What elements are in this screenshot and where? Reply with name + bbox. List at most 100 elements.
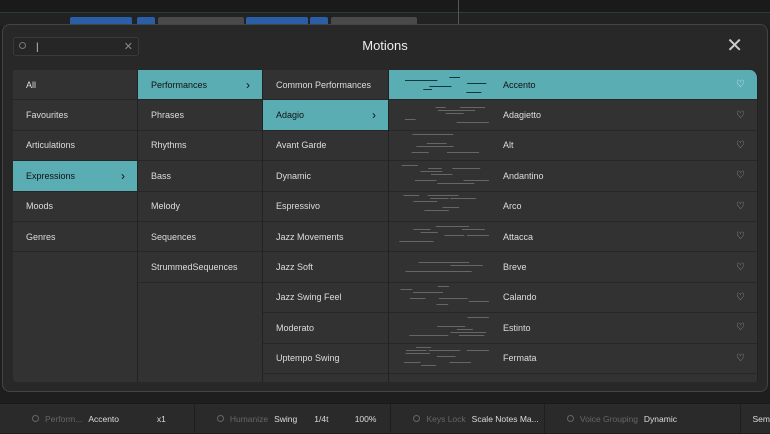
favourite-heart-icon[interactable]: ♡ [736,353,745,364]
favourite-heart-icon[interactable]: ♡ [736,292,745,303]
item-label: Adagio [276,110,305,121]
pattern-note [465,334,485,336]
motion-item[interactable]: Alt ♡ [389,131,757,162]
pattern-note [459,334,468,336]
motion-item[interactable]: Fermata ♡ [389,344,757,374]
chevron-right-icon: › [121,168,125,183]
pattern-note [468,228,485,230]
favourite-heart-icon[interactable]: ♡ [736,110,745,121]
next-control[interactable]: Sem [741,404,770,434]
motion-item[interactable]: Calando ♡ [389,283,757,314]
pattern-note [404,79,438,81]
pattern-thumbnail [403,347,489,367]
pattern-note [400,289,413,291]
toggle-icon[interactable] [413,415,421,422]
favourite-heart-icon[interactable]: ♡ [736,201,745,212]
motion-item[interactable]: Adagietto ♡ [389,100,757,131]
list-item[interactable]: Expressions › [13,161,137,192]
pattern-note [442,207,460,209]
pattern-thumbnail [411,134,480,154]
list-item[interactable]: Sequences [138,222,262,253]
list-item[interactable]: Bass [138,161,262,192]
pattern-thumbnail [399,225,489,242]
pattern-note [421,134,454,136]
toggle-icon[interactable] [216,415,224,422]
item-label: Genres [26,231,56,242]
list-item[interactable]: Phrases [138,100,262,131]
favourite-heart-icon[interactable]: ♡ [736,79,745,90]
label: Voice Grouping [579,413,639,424]
motion-item[interactable]: Accento ♡ [389,70,757,101]
favourite-heart-icon[interactable]: ♡ [736,170,745,181]
pattern-note [460,122,489,124]
pattern-note [437,325,466,327]
bottom-bar: Perform... Accento x1 Humanize Swing 1/4… [0,403,770,434]
list-item[interactable]: Rhythms [138,131,262,162]
pattern-thumbnail [403,195,477,212]
list-item[interactable]: Performances › [138,70,262,101]
item-label: Melody [151,201,181,212]
item-label: Arco [503,201,522,212]
list-item[interactable]: StrummedSequences [138,252,262,283]
pattern-note [437,286,450,288]
list-item[interactable]: Melody [138,192,262,222]
list-item[interactable]: Moderato [263,313,388,344]
list-item[interactable]: Jazz Movements [263,222,388,253]
list-item[interactable]: Articulations [13,131,137,162]
pattern-note [435,107,446,109]
performance-control[interactable]: Perform... Accento x1 [10,403,195,434]
humanize-control[interactable]: Humanize Swing 1/4t 100% [195,403,392,434]
item-label: Alt [503,140,514,151]
list-item[interactable]: Jazz Soft [263,252,388,283]
list-item[interactable]: Avant Garde [263,131,388,162]
pattern-note [467,316,489,318]
pattern-note [435,225,470,227]
pattern-note [462,110,476,112]
list-item[interactable]: Genres [13,222,137,253]
list-item[interactable]: Common Performances [263,70,388,101]
motion-item[interactable]: Estinto ♡ [389,313,757,344]
pattern-note [450,198,477,200]
list-item[interactable]: Adagio › [263,100,388,131]
item-label: Uptempo Swing [276,353,340,364]
favourite-heart-icon[interactable]: ♡ [736,262,745,273]
pattern-thumbnail [404,76,487,93]
list-item[interactable]: Moods [13,192,137,222]
item-label: Phrases [151,110,185,121]
pattern-note [452,167,481,169]
pattern-note [429,85,442,87]
motion-item[interactable]: Breve ♡ [389,252,757,283]
pattern-note [466,350,489,352]
pattern-note [444,234,465,236]
favourite-heart-icon[interactable]: ♡ [736,231,745,242]
favourite-heart-icon[interactable]: ♡ [736,140,745,151]
list-item[interactable]: All [13,70,137,101]
toggle-icon[interactable] [566,415,574,422]
list-item[interactable]: Favourites [13,100,137,131]
pattern-thumbnail [404,107,489,124]
motion-item[interactable]: Attacca ♡ [389,222,757,253]
list-item[interactable]: Uptempo Swing [263,344,388,374]
pattern-note [405,271,422,273]
motion-item[interactable]: Arco ♡ [389,192,757,222]
pattern-note [418,262,454,264]
pattern-note [409,298,426,300]
toggle-icon[interactable] [32,415,39,422]
item-label: Andantino [503,170,544,181]
pattern-note [416,146,449,148]
motions-column: Accento ♡ Adagietto ♡ Alt ♡ Andantino ♡ Arco ♡ Att… [389,70,758,382]
pattern-thumbnail [405,262,483,273]
motion-item[interactable]: Andantino ♡ [389,161,757,192]
list-item[interactable]: Jazz Swing Feel [263,283,388,314]
pattern-note [451,298,468,300]
keys-lock-control[interactable]: Keys Lock Scale Notes Ma... [391,403,545,434]
close-icon[interactable]: ✕ [726,33,743,58]
list-item[interactable]: Dynamic [263,161,388,192]
item-label: Sequences [151,231,197,242]
item-label: Moderato [276,322,315,333]
favourite-heart-icon[interactable]: ♡ [736,322,745,333]
pattern-note [466,91,482,93]
voice-grouping-control[interactable]: Voice Grouping Dynamic [545,403,741,434]
pattern-note [436,356,456,358]
list-item[interactable]: Espressivo [263,192,388,222]
